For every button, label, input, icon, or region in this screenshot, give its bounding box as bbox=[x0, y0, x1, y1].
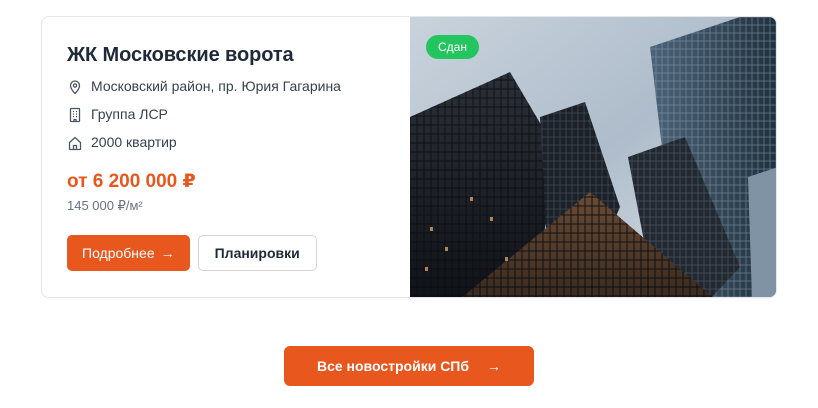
arrow-right-icon: → bbox=[487, 358, 502, 374]
layouts-button[interactable]: Планировки bbox=[197, 235, 317, 271]
map-pin-icon bbox=[67, 79, 83, 95]
all-new-buildings-label: Все новостройки СПб bbox=[316, 358, 470, 374]
apartments-row: 2000 квартир bbox=[67, 134, 385, 151]
card-actions: Подробнее → Планировки bbox=[67, 235, 385, 271]
details-button[interactable]: Подробнее → bbox=[67, 235, 190, 271]
price-per-sqm: 145 000 ₽/м² bbox=[67, 198, 143, 213]
arrow-right-icon: → bbox=[160, 245, 175, 261]
apartments-text: 2000 квартир bbox=[91, 134, 177, 150]
developer-text: Группа ЛСР bbox=[91, 106, 168, 122]
complex-title[interactable]: ЖК Московские ворота bbox=[67, 43, 385, 67]
all-new-buildings-button[interactable]: Все новостройки СПб → bbox=[284, 346, 534, 386]
developer-row: Группа ЛСР bbox=[67, 106, 385, 123]
complex-card: ЖК Московские ворота Московский район, п… bbox=[41, 16, 777, 298]
skyscrapers-image bbox=[410, 17, 776, 297]
building-icon bbox=[67, 107, 83, 123]
address-row: Московский район, пр. Юрия Гагарина bbox=[67, 78, 385, 95]
status-badge: Сдан bbox=[426, 35, 479, 59]
price: от 6 200 000 ₽ bbox=[67, 171, 196, 192]
address-text: Московский район, пр. Юрия Гагарина bbox=[91, 78, 341, 94]
details-button-label: Подробнее bbox=[82, 245, 155, 261]
home-icon bbox=[67, 135, 83, 151]
complex-photo[interactable]: Сдан bbox=[410, 17, 776, 297]
card-body: ЖК Московские ворота Московский район, п… bbox=[42, 17, 410, 297]
